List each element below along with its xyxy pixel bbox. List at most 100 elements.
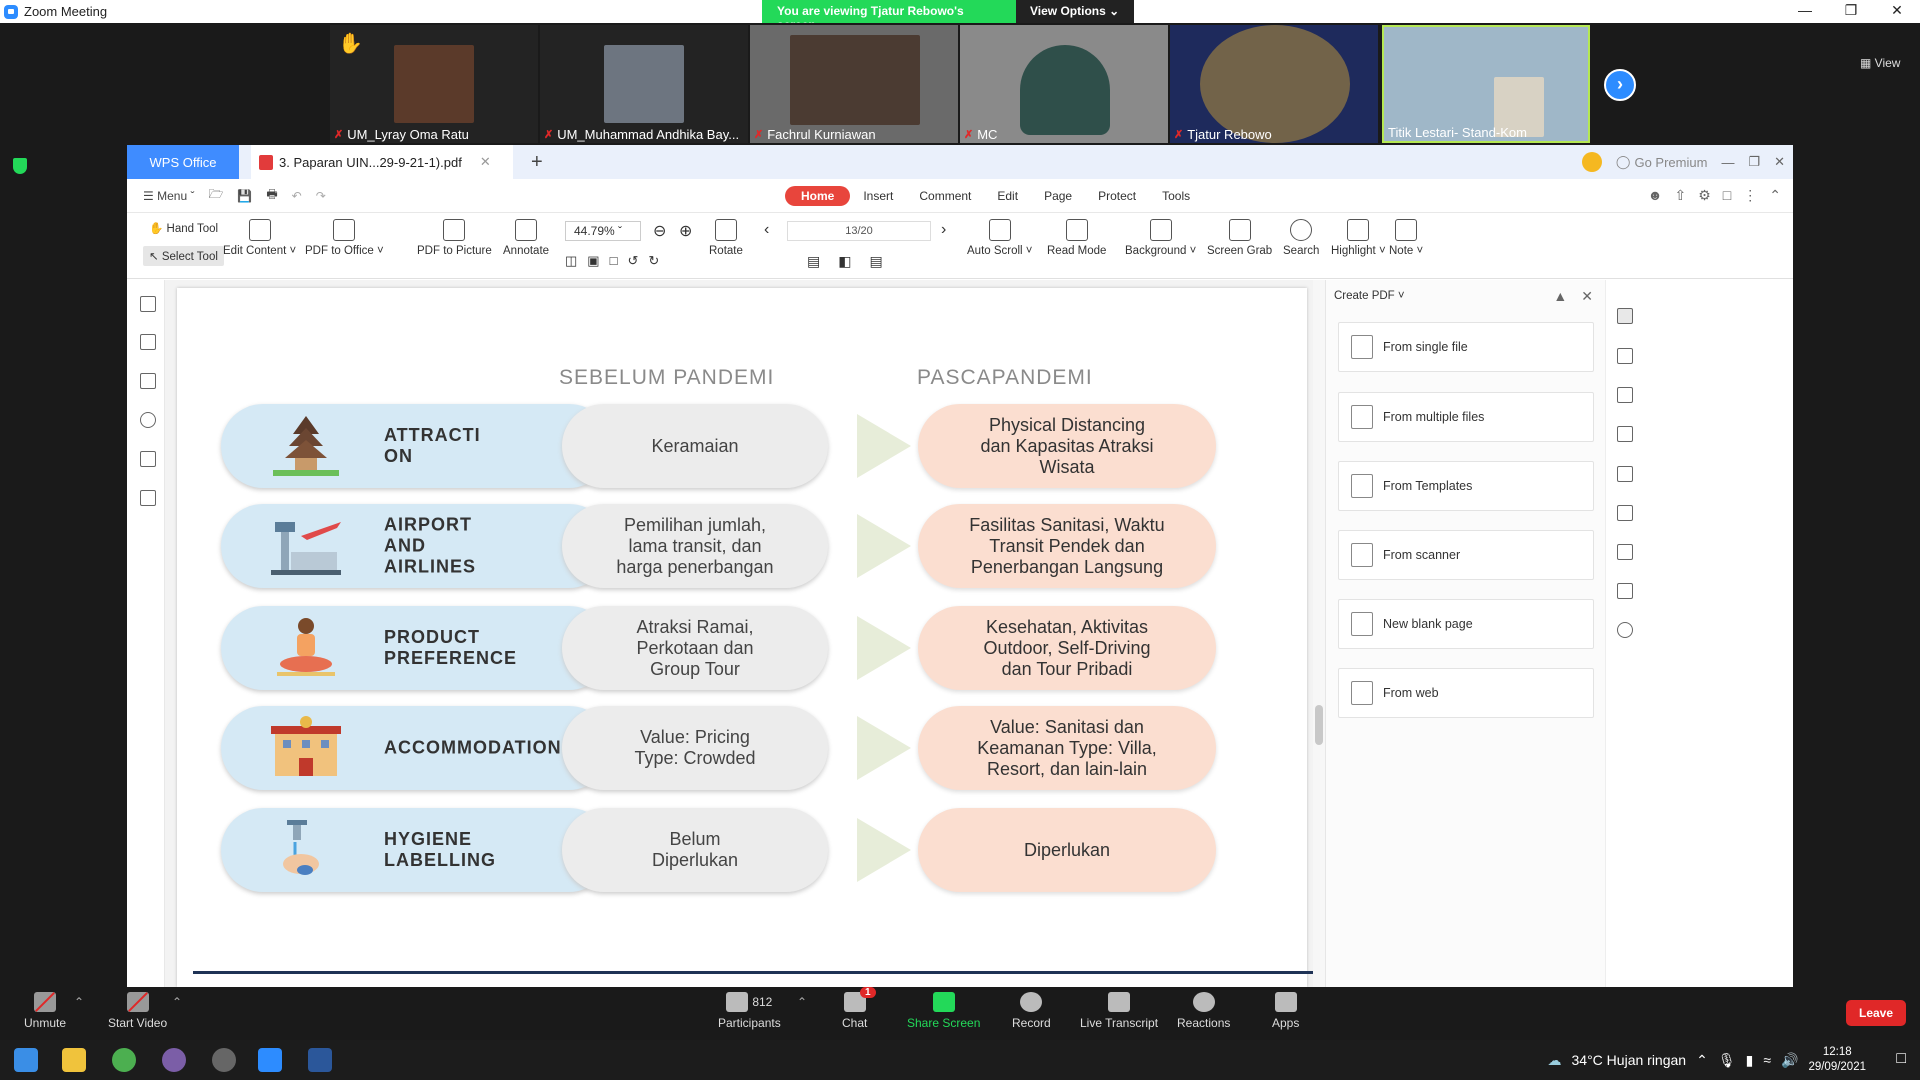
read-mode-button[interactable]: Read Mode: [1047, 219, 1106, 257]
messenger-icon[interactable]: [162, 1048, 186, 1072]
from-templates-button[interactable]: From Templates: [1338, 461, 1594, 511]
tab-edit[interactable]: Edit: [984, 186, 1031, 206]
share-screen-button[interactable]: Share Screen: [907, 992, 980, 1030]
live-transcript-button[interactable]: Live Transcript: [1080, 992, 1158, 1030]
restore-icon[interactable]: ❐: [1748, 154, 1760, 170]
rotate-button[interactable]: Rotate: [709, 219, 743, 257]
fit-page-icon[interactable]: ▣: [587, 253, 599, 269]
zoom-level-select[interactable]: 44.79% ˇ: [565, 221, 641, 241]
video-options-chevron-icon[interactable]: ⌃: [172, 995, 182, 1009]
security-shield-icon[interactable]: [13, 158, 27, 174]
pin-icon[interactable]: ▲: [1553, 288, 1567, 305]
sign-icon[interactable]: [1617, 466, 1633, 482]
attachment-icon[interactable]: [140, 412, 156, 428]
open-folder-icon[interactable]: 🗁: [208, 185, 223, 206]
wifi-icon[interactable]: ≈: [1763, 1052, 1771, 1068]
screen-grab-button[interactable]: Screen Grab: [1207, 219, 1272, 257]
tab-home[interactable]: Home: [785, 186, 851, 206]
tab-tools[interactable]: Tools: [1149, 186, 1203, 206]
participants-button[interactable]: 812 Participants: [718, 992, 781, 1030]
tab-close-icon[interactable]: ✕: [480, 154, 491, 170]
unmute-button[interactable]: Unmute: [24, 992, 66, 1030]
settings-icon[interactable]: ⚙: [1698, 187, 1711, 204]
view-options-button[interactable]: View Options ⌄: [1016, 0, 1134, 23]
redo-icon[interactable]: ↷: [316, 189, 326, 203]
dual-page-icon[interactable]: ◧: [838, 253, 851, 270]
tab-insert[interactable]: Insert: [850, 186, 906, 206]
rotate-left-icon[interactable]: ↺: [627, 253, 638, 269]
close-icon[interactable]: ✕: [1874, 0, 1920, 23]
participant-tile[interactable]: ✗ Fachrul Kurniawan: [750, 25, 958, 143]
form-icon[interactable]: [1617, 426, 1633, 442]
tab-page[interactable]: Page: [1031, 186, 1085, 206]
pdf-to-office-button[interactable]: PDF to Office ˅: [305, 219, 384, 257]
rotate-right-icon[interactable]: ↻: [648, 253, 659, 269]
go-premium-button[interactable]: ◯ Go Premium: [1616, 154, 1708, 170]
audio-options-chevron-icon[interactable]: ⌃: [74, 995, 84, 1009]
user-avatar[interactable]: [1581, 152, 1602, 172]
record-button[interactable]: Record: [1012, 992, 1051, 1030]
battery-icon[interactable]: ▮: [1746, 1052, 1754, 1069]
reactions-button[interactable]: Reactions: [1177, 992, 1230, 1030]
share-icon[interactable]: ⇧: [1675, 187, 1687, 204]
next-page-icon[interactable]: ›: [941, 221, 946, 239]
microphone-icon[interactable]: 🎙: [1718, 1052, 1736, 1069]
apps-button[interactable]: Apps: [1272, 992, 1299, 1030]
fit-width-icon[interactable]: ◫: [565, 253, 577, 269]
document-tab[interactable]: 3. Paparan UIN...29-9-21-1).pdf ✕: [251, 145, 513, 179]
comments-icon[interactable]: [140, 373, 156, 389]
participant-tile[interactable]: ✗ Tjatur Rebowo: [1170, 25, 1378, 143]
single-page-icon[interactable]: ▤: [807, 253, 820, 270]
pdf-to-picture-button[interactable]: PDF to Picture: [417, 219, 492, 257]
document-viewport[interactable]: SEBELUM PANDEMI PASCAPANDEMI ATTRACTI ON…: [165, 280, 1313, 987]
restore-icon[interactable]: ❐: [1828, 0, 1874, 23]
create-pdf-icon[interactable]: [1617, 308, 1633, 324]
convert-icon[interactable]: [1617, 387, 1633, 403]
minimize-icon[interactable]: —: [1782, 0, 1828, 23]
participants-chevron-icon[interactable]: ⌃: [797, 995, 807, 1009]
hand-tool-button[interactable]: ✋ Hand Tool: [143, 218, 224, 238]
zoom-taskbar-icon[interactable]: [258, 1048, 282, 1072]
background-button[interactable]: Background ˅: [1125, 219, 1196, 257]
merge-icon[interactable]: [1617, 505, 1633, 521]
new-blank-page-button[interactable]: New blank page: [1338, 599, 1594, 649]
new-tab-icon[interactable]: +: [531, 151, 543, 174]
from-web-button[interactable]: From web: [1338, 668, 1594, 718]
print-icon[interactable]: 🖶: [266, 185, 277, 206]
from-single-file-button[interactable]: From single file: [1338, 322, 1594, 372]
view-button[interactable]: ▦ View: [1860, 56, 1900, 70]
continuous-icon[interactable]: ▤: [869, 253, 882, 270]
compress-icon[interactable]: [1617, 583, 1633, 599]
zoom-in-icon[interactable]: ⊕: [679, 221, 692, 241]
windows-start-icon[interactable]: [14, 1048, 38, 1072]
annotate-button[interactable]: Annotate: [503, 219, 549, 257]
close-icon[interactable]: ✕: [1774, 154, 1785, 170]
signature-icon[interactable]: [140, 451, 156, 467]
pages-icon[interactable]: [140, 490, 156, 506]
user-icon[interactable]: ☻: [1648, 187, 1663, 204]
edit-content-button[interactable]: Edit Content ˅: [223, 219, 296, 257]
minimize-icon[interactable]: —: [1721, 155, 1734, 170]
leave-button[interactable]: Leave: [1846, 1000, 1907, 1026]
participant-tile[interactable]: ✋ ✗ UM_Lyray Oma Ratu: [330, 25, 538, 143]
vertical-scrollbar[interactable]: [1313, 280, 1325, 987]
menu-button[interactable]: ☰ Menu ˇ: [143, 189, 194, 203]
tab-comment[interactable]: Comment: [906, 186, 984, 206]
actual-size-icon[interactable]: □: [610, 253, 618, 269]
scrollbar-thumb[interactable]: [1315, 705, 1323, 745]
bookmark-icon[interactable]: [140, 296, 156, 312]
print-icon[interactable]: [1617, 544, 1633, 560]
undo-icon[interactable]: ↶: [292, 189, 302, 203]
auto-scroll-button[interactable]: Auto Scroll ˅: [967, 219, 1033, 257]
select-tool-button[interactable]: ↖ Select Tool: [143, 246, 225, 266]
create-pdf-dropdown[interactable]: Create PDF ˅: [1334, 290, 1405, 302]
notifications-icon[interactable]: □: [1896, 1050, 1906, 1068]
more-icon[interactable]: ⋮: [1743, 187, 1757, 204]
from-scanner-button[interactable]: From scanner: [1338, 530, 1594, 580]
search-doc-icon[interactable]: [1617, 622, 1633, 638]
save-icon[interactable]: 💾: [237, 189, 252, 203]
next-page-arrow-icon[interactable]: ›: [1604, 69, 1636, 101]
start-video-button[interactable]: Start Video: [108, 992, 167, 1030]
edit-pdf-icon[interactable]: [1617, 348, 1633, 364]
tray-chevron-icon[interactable]: ⌃: [1696, 1052, 1708, 1069]
